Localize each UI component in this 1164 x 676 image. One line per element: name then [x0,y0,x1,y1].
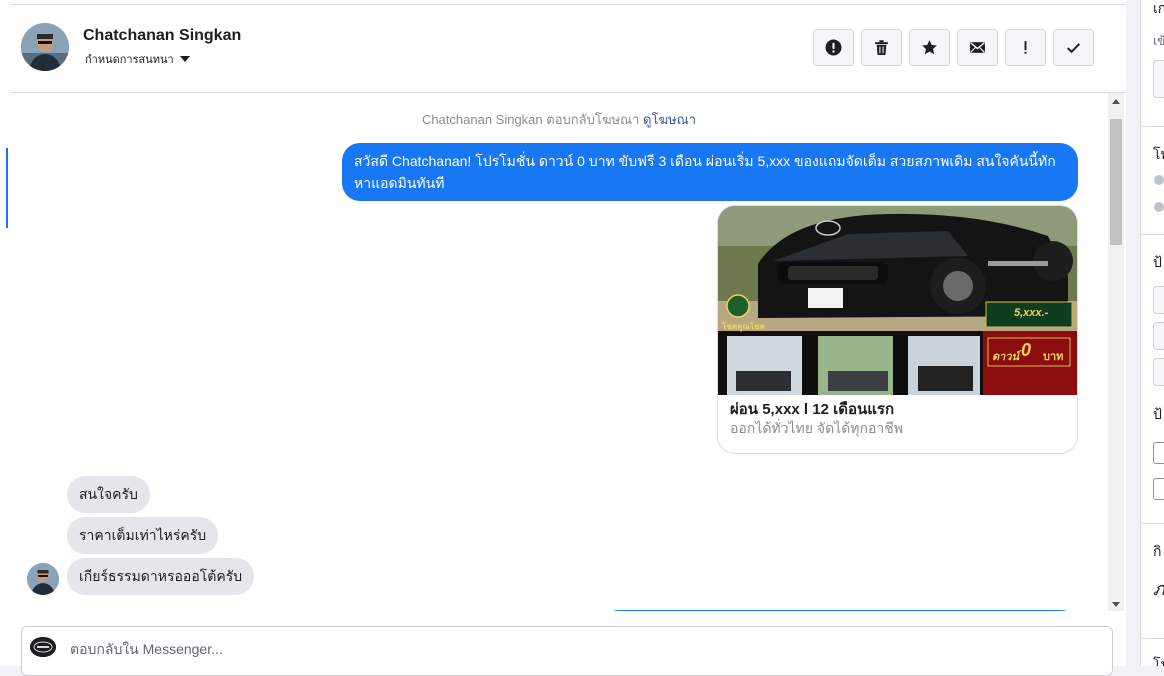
rp-tag-box[interactable] [1153,358,1164,386]
ad-image-price-tag: 5,xxx.- [1014,307,1049,319]
conversation-panel: Chatchanan Singkan กำหนดการสนทนา Chatcha… [0,0,1126,676]
rp-checkbox[interactable] [1153,442,1164,464]
alert-circle-icon [825,39,842,56]
exclamation-icon [1024,41,1027,54]
ad-image: 5,xxx.- ดาวน์ 0 บาท โชคคูณโชค [718,206,1077,395]
rp-divider [1141,126,1164,127]
spam-button[interactable] [1005,29,1046,66]
rp-field-label: เข้ [1153,34,1164,48]
message-composer [21,626,1113,676]
conversation-schedule-dropdown[interactable]: กำหนดการสนทนา [85,50,190,68]
rp-divider [1141,523,1164,524]
contact-info-panel: เก เข้ โท ป้ ป้ กิ ภ โน [1140,0,1164,666]
ad-image-down-unit: บาท [1043,351,1064,363]
mark-unread-button[interactable] [957,29,998,66]
star-icon [922,40,937,55]
view-ad-link[interactable]: ดูโฆษณา [643,112,696,127]
scroll-down-icon[interactable] [1112,602,1120,607]
envelope-icon [970,42,985,53]
rp-input-box[interactable] [1153,60,1164,98]
trash-icon [875,40,888,55]
rp-section-label: โน [1153,656,1164,666]
selected-conversation-indicator [6,148,8,228]
clock-icon [1154,175,1164,185]
delete-button[interactable] [861,29,902,66]
ad-image-down-zero: 0 [1021,340,1032,360]
rp-divider [1141,638,1164,639]
thread-scrollbar[interactable] [1108,93,1124,611]
messenger-reply-input[interactable] [70,639,970,659]
rp-section-label: กิ [1153,543,1162,559]
ad-subtitle: ออกได้ทั่วไทย จัดได้ทุกอาชีพ [730,420,904,436]
conversation-toolbar [813,29,1094,66]
ad-image-down-text: ดาวน์ [992,351,1020,363]
rp-tag-box[interactable] [1153,322,1164,350]
contact-name[interactable]: Chatchanan Singkan [83,27,241,45]
outgoing-message: สวัสดี Chatchanan! โปรโมชั่น ดาวน์ 0 บาท… [342,143,1078,201]
rp-divider [1141,234,1164,235]
scrollbar-thumb[interactable] [1110,119,1122,245]
contact-avatar-small[interactable] [27,563,59,595]
incoming-message: สนใจครับ [67,476,150,513]
ad-reply-notice-text: Chatchanan Singkan ตอบกลับโฆษณา [421,112,640,127]
rp-section-label: โท [1153,146,1164,162]
conversation-header: Chatchanan Singkan กำหนดการสนทนา [10,5,1126,93]
check-icon [1066,43,1081,54]
star-button[interactable] [909,29,950,66]
outgoing-message-partial [608,610,1072,611]
scroll-up-icon[interactable] [1112,99,1120,104]
ad-card[interactable]: 5,xxx.- ดาวน์ 0 บาท โชคคูณโชค ผ่อน 5,xxx… [717,205,1078,454]
page-avatar [30,637,56,657]
rp-section-label: ป้ [1153,254,1162,270]
ad-image-logo-text: โชคคูณโชค [722,322,765,331]
rp-activity-text: ภ [1153,579,1164,599]
report-button[interactable] [813,29,854,66]
location-icon [1154,202,1164,212]
message-thread: Chatchanan Singkan ตอบกลับโฆษณา ดูโฆษณา … [10,93,1108,611]
contact-avatar[interactable] [21,23,69,71]
incoming-message: เกียร์ธรรมดาหรอออโต้ครับ [67,558,255,595]
done-button[interactable] [1053,29,1094,66]
rp-checkbox[interactable] [1153,478,1164,500]
caret-down-icon [179,56,190,62]
conversation-schedule-label: กำหนดการสนทนา [85,54,174,66]
rp-section-label: ป้ [1153,406,1162,422]
incoming-message: ราคาเต็มเท่าไหร่ครับ [67,517,219,554]
rp-tag-box[interactable] [1153,286,1164,314]
rp-section-label: เก [1153,0,1164,16]
ad-reply-notice: Chatchanan Singkan ตอบกลับโฆษณา ดูโฆษณา [10,109,1108,130]
